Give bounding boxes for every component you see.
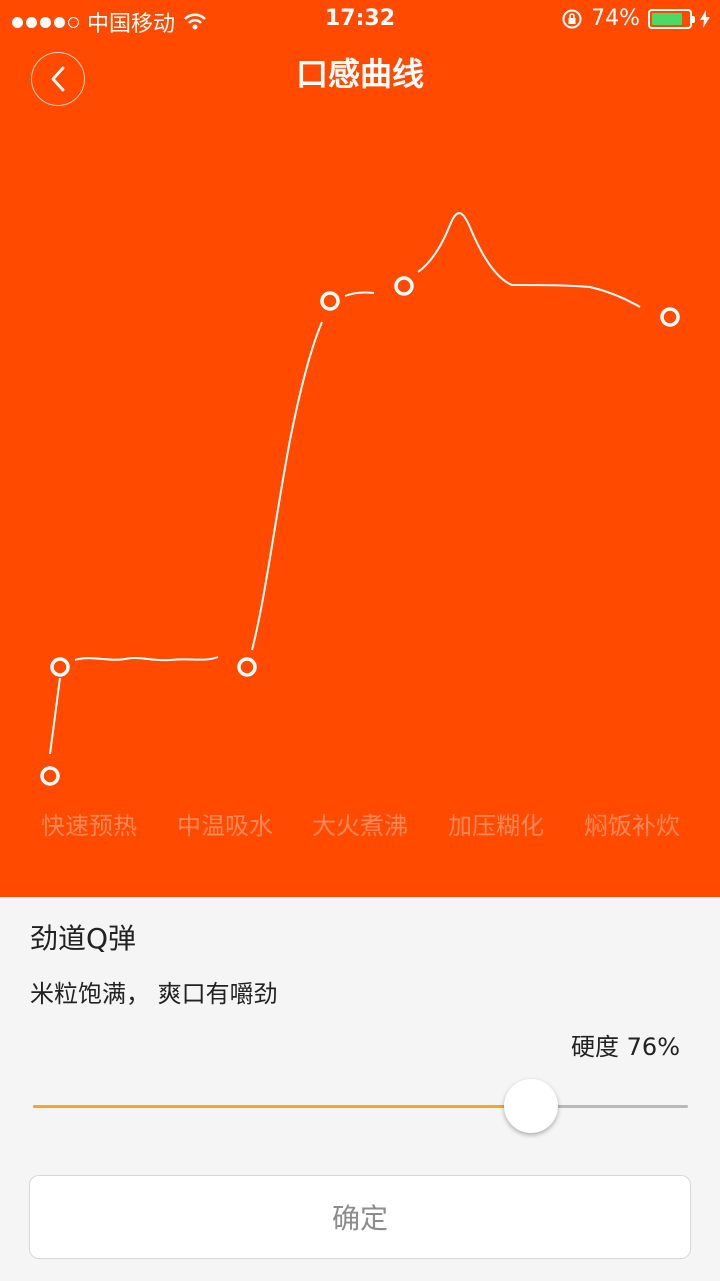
curve-line [49, 212, 641, 755]
texture-curve [40, 212, 680, 786]
curve-point[interactable] [50, 657, 70, 677]
slider-thumb[interactable] [504, 1079, 558, 1133]
phase-label: 中温吸水 [177, 812, 273, 840]
phase-labels: 快速预热 中温吸水 大火煮沸 加压糊化 焖饭补炊 [0, 806, 720, 842]
hardness-value: 76% [626, 1033, 680, 1061]
phase-label: 焖饭补炊 [584, 812, 680, 840]
rotation-lock-icon [562, 9, 582, 28]
phase-label: 大火煮沸 [312, 812, 408, 840]
confirm-button[interactable]: 确定 [29, 1175, 691, 1259]
texture-name: 劲道Q弹 [30, 922, 137, 955]
slider-fill [33, 1105, 531, 1108]
curve-header-area: 中国移动 17:32 74% 口感曲线 快速预热 中温吸水 大火煮沸 加压糊化 … [0, 0, 720, 897]
hardness-slider[interactable] [33, 1077, 688, 1137]
curve-point[interactable] [320, 291, 340, 311]
curve-point[interactable] [394, 276, 414, 296]
curve-point[interactable] [40, 766, 60, 786]
hardness-label: 硬度 [571, 1033, 620, 1061]
page-title: 口感曲线 [295, 55, 424, 93]
curve-points [40, 276, 680, 786]
curve-point[interactable] [237, 657, 257, 677]
battery-icon [648, 8, 695, 29]
phase-label: 加压糊化 [448, 812, 544, 840]
hardness-readout: 硬度 76% [571, 1027, 680, 1062]
phase-label: 快速预热 [41, 812, 137, 840]
battery-percent: 74% [591, 6, 640, 31]
charging-icon [700, 9, 710, 28]
curve-point[interactable] [660, 307, 680, 327]
status-bar: 中国移动 17:32 74% [0, 0, 720, 40]
texture-description: 米粒饱满， 爽口有嚼劲 [30, 980, 278, 1008]
